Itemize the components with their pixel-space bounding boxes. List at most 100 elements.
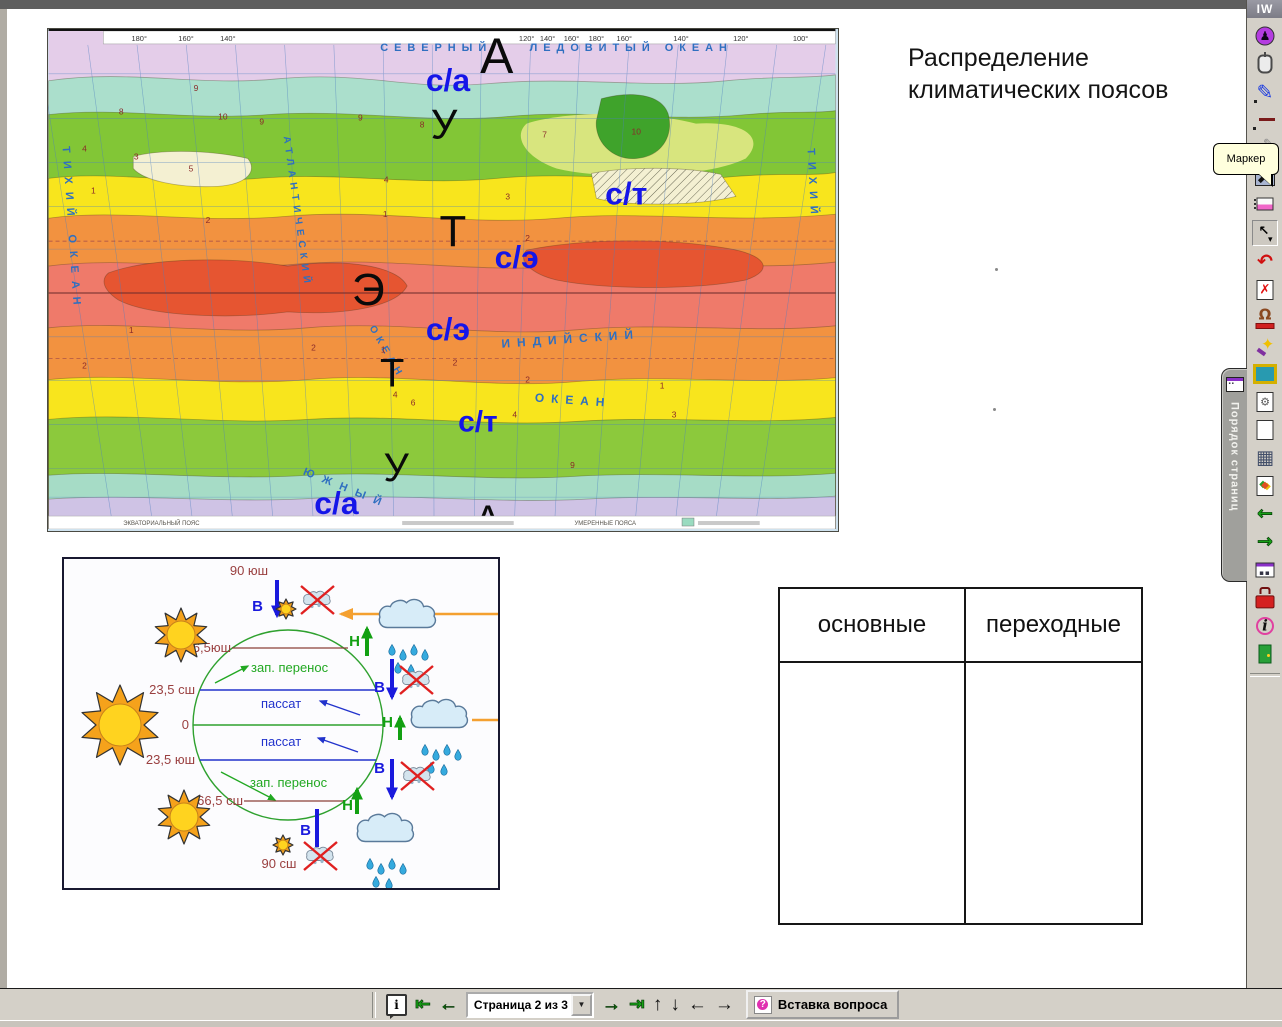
page-selector-button[interactable]: Страница 2 из 3 ▼: [465, 991, 594, 1018]
region-number: 3: [134, 151, 139, 161]
mouse-icon[interactable]: [1253, 52, 1277, 76]
page-setup-icon[interactable]: [1253, 390, 1277, 414]
lat-0: 0: [182, 717, 189, 732]
climate-zone-label: Т: [440, 207, 467, 256]
page-title-line1: Распределение: [908, 44, 1089, 72]
page-selector-dropdown-arrow[interactable]: ▼: [570, 993, 592, 1016]
atmosphere-circulation-diagram[interactable]: 90 юш 66,5юш 23,5 сш 0 23,5 юш 66,5 сш 9…: [62, 557, 500, 890]
region-number: 9: [194, 83, 199, 93]
map-legend-temperate: УМЕРЕННЫЕ ПОЯСА: [574, 521, 636, 527]
page-setup-glyph: [1253, 390, 1277, 414]
lat-23N: 23,5 сш: [149, 682, 195, 697]
west-transfer-label-n: зап. перенос: [251, 660, 329, 675]
high-pressure-letter: В: [300, 822, 311, 839]
tooltip: Маркер: [1213, 143, 1279, 187]
region-number: 3: [505, 191, 510, 201]
page-sorter-tab-label: Порядок страниц: [1228, 402, 1241, 512]
region-number: 3: [672, 409, 677, 419]
undo-icon[interactable]: [1253, 250, 1277, 274]
pen-speck: [993, 408, 996, 411]
note-button[interactable]: i: [386, 993, 407, 1019]
climate-zone-label: Т: [380, 352, 404, 396]
climate-zone-label: с/т: [458, 405, 498, 438]
prev-page-icon[interactable]: [1253, 502, 1277, 526]
toolbox-icon[interactable]: [1253, 586, 1277, 610]
region-number: 2: [311, 343, 316, 353]
climate-zone-label: У: [384, 446, 410, 490]
longitude-tick-label: 160°: [178, 34, 193, 43]
move-up-button[interactable]: ↑: [653, 995, 663, 1014]
stamp-icon[interactable]: [1253, 306, 1277, 330]
insert-question-button[interactable]: Вставка вопроса: [745, 990, 900, 1019]
undo-glyph: [1253, 250, 1277, 274]
lat-90N: 90 сш: [261, 856, 296, 871]
eraser-glyph: [1253, 192, 1277, 216]
pen-speck: [995, 268, 998, 271]
about-icon[interactable]: [1253, 614, 1277, 638]
nav-first-button[interactable]: ⇤: [415, 995, 432, 1015]
region-number: 9: [259, 117, 264, 127]
flashlight-icon[interactable]: [1253, 334, 1277, 358]
prev-page-glyph: [1253, 502, 1277, 526]
high-pressure-letter: В: [374, 679, 385, 696]
region-number: 10: [632, 127, 642, 137]
longitude-tick-label: 120°: [733, 34, 748, 43]
gallery-icon[interactable]: [1253, 362, 1277, 386]
climate-zone-label: Э: [352, 264, 385, 315]
high-pressure-letter: В: [252, 598, 263, 615]
pen-icon[interactable]: [1253, 80, 1277, 104]
region-number: 2: [525, 375, 530, 385]
page-sorter-glyph: [1253, 558, 1277, 582]
page-selector-value: Страница 2 из 3: [473, 997, 568, 1012]
climate-map-image[interactable]: 180° 160° 140° 120° 140° 160° 180° 160° 140° 120°…: [47, 28, 839, 532]
exit-glyph: [1253, 642, 1277, 666]
nav-next-button[interactable]: →: [602, 995, 622, 1015]
zones-table[interactable]: основные переходные: [778, 587, 1143, 925]
gallery-page-glyph: [1253, 474, 1277, 498]
lat-66S: 66,5 сш: [197, 793, 243, 808]
next-page-icon[interactable]: [1253, 530, 1277, 554]
high-pressure-letter: В: [374, 760, 385, 777]
lat-23S: 23,5 юш: [146, 752, 195, 767]
app-badge[interactable]: IW: [1247, 0, 1282, 18]
page-sorter-tab[interactable]: Порядок страниц: [1221, 368, 1247, 582]
eraser-icon[interactable]: [1253, 192, 1277, 216]
presenter-icon[interactable]: [1253, 24, 1277, 48]
climate-zone-label: с/э: [426, 311, 470, 347]
region-number: 2: [82, 361, 87, 371]
region-number: 8: [420, 120, 425, 130]
move-down-button[interactable]: ↓: [670, 995, 680, 1014]
delete-page-icon[interactable]: [1253, 278, 1277, 302]
new-page-glyph: [1253, 418, 1277, 442]
table-header-row: основные переходные: [780, 589, 1141, 663]
grid-page-icon[interactable]: [1253, 446, 1277, 470]
new-page-icon[interactable]: [1253, 418, 1277, 442]
pen-glyph: [1253, 80, 1277, 104]
low-pressure-letter: Н: [349, 633, 360, 650]
flashlight-glyph: [1253, 334, 1277, 358]
line-glyph: [1253, 108, 1277, 132]
page-sorter-icon: [1225, 377, 1244, 392]
longitude-tick-label: 180°: [131, 34, 146, 43]
page-title[interactable]: Распределение климатических поясов: [908, 42, 1168, 106]
longitude-tick-label: 140°: [220, 34, 235, 43]
region-number: 8: [119, 107, 124, 117]
west-transfer-label-s: зап. перенос: [250, 775, 328, 790]
gallery-page-icon[interactable]: [1253, 474, 1277, 498]
table-cell-transitional[interactable]: [966, 663, 1141, 923]
nav-prev-button[interactable]: ←: [439, 995, 459, 1015]
climate-zone-label: с/а: [426, 62, 471, 98]
region-number: 5: [189, 163, 194, 173]
ocean-label-arctic2: ЛЕДОВИТЫЙ ОКЕАН: [530, 41, 733, 54]
line-icon[interactable]: [1253, 108, 1277, 132]
page-title-line2: климатических поясов: [908, 76, 1169, 104]
page-sorter-icon[interactable]: [1253, 558, 1277, 582]
nav-last-button[interactable]: ⇥: [629, 995, 646, 1015]
region-number: 1: [91, 185, 96, 195]
exit-icon[interactable]: [1253, 642, 1277, 666]
move-left-button[interactable]: ←: [688, 995, 707, 1014]
table-cell-main[interactable]: [780, 663, 966, 923]
select-icon[interactable]: [1252, 220, 1278, 246]
region-number: 4: [384, 174, 389, 184]
move-right-button[interactable]: →: [715, 995, 734, 1014]
